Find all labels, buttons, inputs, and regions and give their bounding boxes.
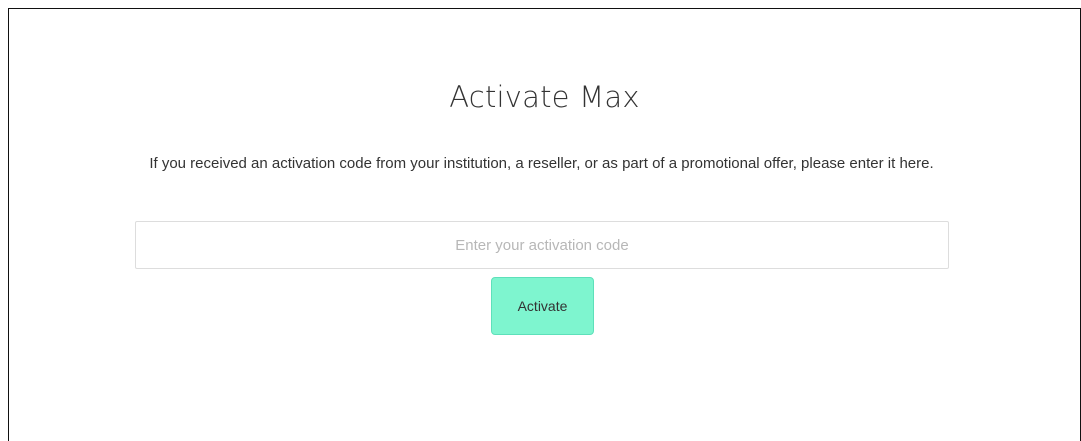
activation-description: If you received an activation code from … bbox=[149, 155, 934, 172]
page-title: Activate Max bbox=[449, 80, 640, 114]
activation-code-input[interactable] bbox=[135, 221, 949, 269]
activate-button[interactable]: Activate bbox=[491, 277, 594, 335]
activation-panel: Activate Max If you received an activati… bbox=[8, 8, 1081, 441]
